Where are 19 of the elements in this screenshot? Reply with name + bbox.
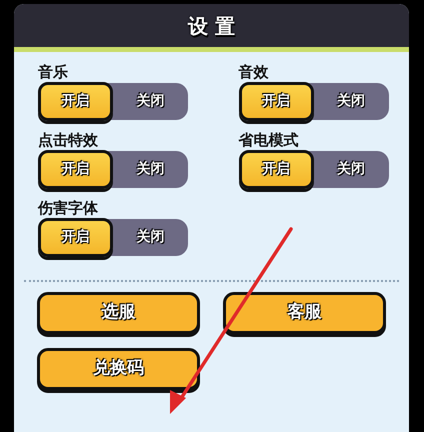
window-title: 设 置 <box>188 12 235 40</box>
off-option[interactable]: 关闭 <box>113 150 188 189</box>
menu-button[interactable]: 选服 <box>37 292 200 334</box>
setting-label: 伤害字体 <box>38 198 99 218</box>
off-option[interactable]: 关闭 <box>113 218 188 257</box>
off-option[interactable]: 关闭 <box>314 82 388 121</box>
setting-label: 省电模式 <box>238 130 300 150</box>
setting-label: 音效 <box>238 62 270 82</box>
setting-label: 音乐 <box>38 62 69 82</box>
menu-button[interactable]: 客服 <box>223 292 386 334</box>
on-option[interactable]: 开启 <box>38 218 114 257</box>
menu-button[interactable]: 兑换码 <box>37 348 200 390</box>
setting-label: 点击特效 <box>38 130 99 150</box>
on-option[interactable]: 开启 <box>238 82 314 121</box>
on-option[interactable]: 开启 <box>38 150 114 189</box>
on-option[interactable]: 开启 <box>238 150 314 189</box>
off-option[interactable]: 关闭 <box>314 150 388 189</box>
on-option[interactable]: 开启 <box>38 82 114 121</box>
off-option[interactable]: 关闭 <box>113 82 188 121</box>
